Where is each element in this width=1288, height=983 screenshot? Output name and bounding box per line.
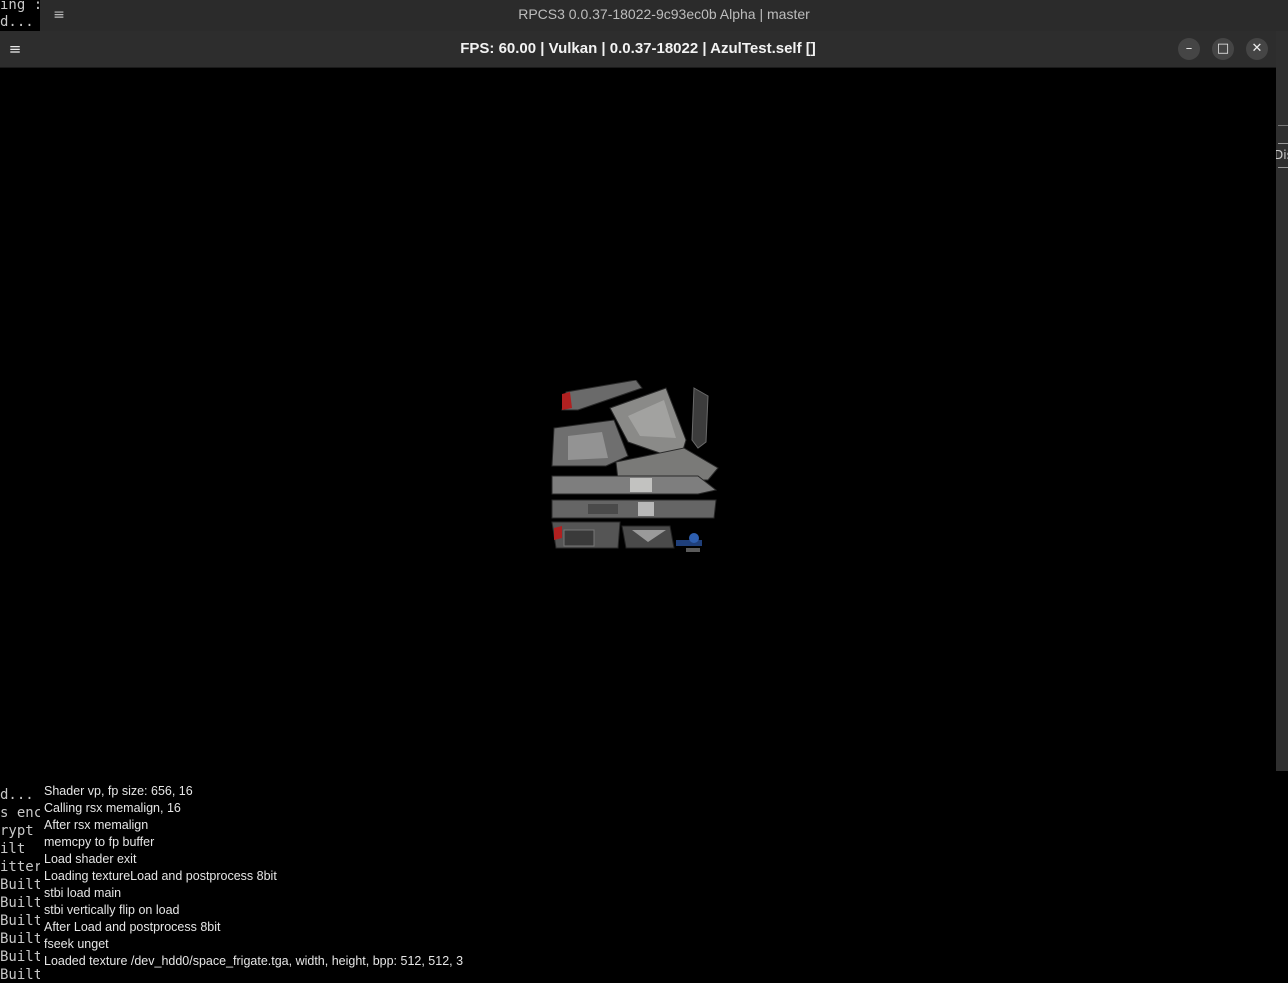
log-line: Loaded texture /dev_hdd0/space_frigate.t… [44, 954, 464, 968]
terminal-line: Built [0, 949, 40, 965]
game-window-titlebar[interactable]: ≡ FPS: 60.00 | Vulkan | 0.0.37-18022 | A… [0, 31, 1276, 68]
background-window-edge [1276, 31, 1288, 771]
maximize-icon: □ [1216, 41, 1230, 56]
game-window[interactable]: ≡ FPS: 60.00 | Vulkan | 0.0.37-18022 | A… [0, 31, 1276, 771]
terminal-line: Built [0, 931, 40, 947]
background-tab-label[interactable]: Dis [1274, 148, 1288, 162]
game-window-title: FPS: 60.00 | Vulkan | 0.0.37-18022 | Azu… [460, 40, 816, 57]
minimize-icon: – [1185, 41, 1193, 56]
log-line: Shader vp, fp size: 656, 16 [44, 784, 193, 798]
divider [1278, 125, 1288, 126]
terminal-line: itter [0, 859, 40, 875]
terminal-line: d... [0, 787, 34, 803]
main-window-titlebar[interactable]: ≡ RPCS3 0.0.37-18022-9c93ec0b Alpha | ma… [40, 0, 1288, 31]
close-button[interactable]: ✕ [1246, 38, 1268, 60]
log-line: memcpy to fp buffer [44, 835, 155, 849]
terminal-line: rypt [0, 823, 34, 839]
render-viewport[interactable] [0, 68, 1276, 771]
log-line: After Load and postprocess 8bit [44, 920, 221, 934]
terminal-line: Built [0, 913, 40, 929]
terminal-line: s enc [0, 805, 40, 821]
terminal-line: ilt [0, 841, 26, 857]
terminal-line: Built [0, 967, 40, 983]
log-line: After rsx memalign [44, 818, 149, 832]
terminal-line: d... [0, 14, 34, 30]
divider [1278, 167, 1288, 168]
close-icon: ✕ [1251, 41, 1263, 56]
main-window-title: RPCS3 0.0.37-18022-9c93ec0b Alpha | mast… [518, 6, 810, 22]
terminal-line: ing : [0, 0, 40, 13]
log-line: Load shader exit [44, 852, 137, 866]
console-log: Shader vp, fp size: 656, 16 Calling rsx … [40, 771, 1288, 983]
log-line: Calling rsx memalign, 16 [44, 801, 181, 815]
maximize-button[interactable]: □ [1212, 38, 1234, 60]
minimize-button[interactable]: – [1178, 38, 1200, 60]
divider [1278, 143, 1288, 144]
log-line: Loading textureLoad and postprocess 8bit [44, 869, 277, 883]
log-line: stbi load main [44, 886, 122, 900]
space-frigate-texture [551, 380, 719, 552]
terminal-line: Built [0, 877, 40, 893]
log-line: stbi vertically flip on load [44, 903, 180, 917]
log-line: fseek unget [44, 937, 109, 951]
terminal-line: Built [0, 895, 40, 911]
